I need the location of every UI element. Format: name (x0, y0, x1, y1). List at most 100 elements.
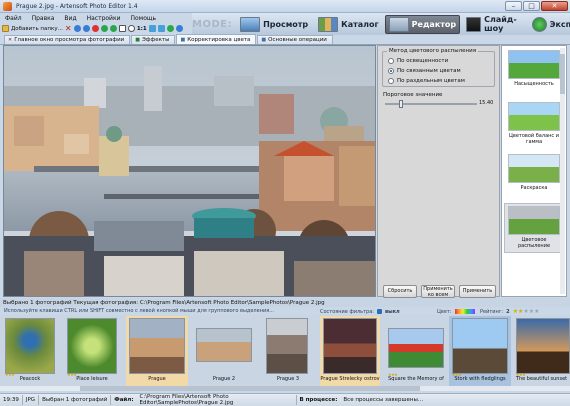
effect-color-spray[interactable]: Цветовое распыление (504, 203, 564, 253)
zoom-actual-button[interactable]: 1:1 (137, 26, 147, 32)
menu-settings[interactable]: Настройки (82, 15, 126, 22)
rating-star-icon[interactable]: ★ (534, 308, 539, 315)
tab-color-correction[interactable]: ■ Корректировка цвета (176, 34, 257, 44)
filter-icon (376, 309, 382, 314)
close-tab-icon[interactable]: ✕ (8, 37, 12, 43)
editor-tabs: ✕ Главное окно просмотра фотографии ■ Эф… (0, 34, 570, 45)
status-selected: Выбран 1 фотографий (39, 395, 112, 405)
effects-scrollbar-thumb[interactable] (560, 54, 565, 94)
tab-effects[interactable]: ■ Эффекты (131, 35, 176, 44)
apply-all-button[interactable]: Применить ко всем (421, 285, 455, 298)
mode-view-label: Просмотр (263, 19, 309, 29)
help-icon[interactable] (175, 25, 183, 32)
tab-effects-label: Эффекты (141, 37, 170, 43)
tab-color-correction-label: Корректировка цвета (187, 36, 251, 43)
effects-scrollbar[interactable] (560, 48, 565, 294)
apply-button[interactable]: Применить (459, 285, 496, 298)
selection-info: Выбрано 1 фотографий Текущая фотография:… (3, 299, 325, 306)
forward-icon[interactable] (109, 25, 117, 32)
effect-color-spray-thumb (508, 206, 560, 235)
film-item-prague[interactable]: Prague (126, 316, 188, 386)
tab-main-view[interactable]: ✕ Главное окно просмотра фотографии (4, 35, 131, 44)
effect-color-balance[interactable]: Цветовой баланс и гамма (505, 100, 563, 148)
close-button[interactable]: ✕ (541, 1, 568, 11)
reset-button[interactable]: Сбросить (383, 285, 417, 298)
film-item-prague-2[interactable]: Prague 2 (193, 316, 255, 386)
slideshow-mode-icon (466, 16, 482, 32)
fit-icon[interactable] (118, 25, 126, 32)
status-format: JPG (23, 395, 40, 405)
mode-catalog-button[interactable]: Каталог (314, 15, 383, 34)
effect-color-balance-label: Цветовой баланс и гамма (509, 133, 559, 145)
selection-hint: Используйте клавиши CTRL или SHIFT совме… (4, 308, 275, 314)
mode-catalog-label: Каталог (341, 19, 379, 29)
color-swatch[interactable] (454, 309, 475, 314)
add-folder-icon[interactable] (2, 25, 9, 32)
redo-icon[interactable] (82, 25, 90, 32)
mode-slideshow-button[interactable]: Слайд-шоу (462, 15, 526, 34)
color-tab-icon: ■ (180, 36, 186, 43)
window-title: Prague 2.jpg - Artensoft Photo Editor 1.… (16, 2, 138, 10)
app-icon (3, 1, 12, 11)
minimize-button[interactable]: – (505, 1, 522, 11)
refresh-icon[interactable] (166, 25, 174, 32)
stop-icon[interactable] (91, 25, 99, 32)
method-linked-colors-option[interactable]: По связанным цветам (388, 68, 461, 74)
film-item-place-leisure[interactable]: Place leisure ★★★ (64, 316, 120, 386)
zoom-in-icon[interactable] (127, 25, 135, 32)
add-folder-button[interactable]: Добавить папку... (11, 26, 63, 32)
threshold-slider[interactable] (385, 100, 477, 108)
filmstrip-scrollbar[interactable] (0, 386, 570, 391)
delete-icon[interactable]: ✕ (65, 25, 72, 33)
export-mode-icon (531, 16, 547, 32)
method-luminance-label: По освещенности (397, 58, 449, 64)
method-groupbox: Метод цветового распыления По освещеннос… (382, 48, 495, 87)
maximize-button[interactable]: □ (523, 1, 540, 11)
film-item-sunset[interactable]: The beautiful sunset ★★★ (513, 316, 570, 386)
mode-export-label: Экспорт (549, 19, 570, 29)
rating-value: 2 (506, 308, 510, 315)
method-separate-colors-radio[interactable] (388, 78, 394, 84)
title-bar: Prague 2.jpg - Artensoft Photo Editor 1.… (0, 0, 570, 13)
photo-canvas[interactable] (3, 45, 376, 297)
method-separate-colors-option[interactable]: По раздельным цветам (388, 78, 465, 84)
threshold-label: Пороговое значение (383, 92, 443, 98)
method-luminance-option[interactable]: По освещенности (388, 58, 448, 64)
threshold-slider-thumb[interactable] (399, 100, 404, 108)
color-spray-settings: Метод цветового распыления По освещеннос… (377, 45, 500, 298)
rotate-left-icon[interactable] (148, 25, 156, 32)
film-thumb-sunset (516, 318, 570, 374)
method-group-title: Метод цветового распыления (387, 48, 478, 54)
method-linked-colors-radio[interactable] (388, 68, 394, 74)
menu-view[interactable]: Вид (59, 15, 81, 22)
effect-color-spray-label: Цветовое распыление (517, 237, 551, 249)
effects-list: Насыщенность Цветовой баланс и гамма Рас… (501, 45, 567, 297)
status-file-path: C:\Program Files\Artensoft Photo Editor\… (137, 394, 297, 406)
menu-file[interactable]: Файл (0, 15, 27, 22)
film-item-prague-3[interactable]: Prague 3 (260, 316, 316, 386)
method-luminance-radio[interactable] (388, 58, 394, 64)
film-item-square-memory[interactable]: Square the Memory of ★★★ (385, 316, 447, 386)
tab-basic-operations[interactable]: ■ Основные операции (257, 35, 333, 44)
effect-saturation[interactable]: Насыщенность (505, 48, 563, 96)
effect-colorize-thumb (508, 154, 560, 183)
effect-colorize[interactable]: Раскраска (505, 152, 563, 200)
film-item-stork[interactable]: Stork with fledglings ★★★ (449, 316, 511, 386)
film-item-peacock[interactable]: Peacock ★★★ (2, 316, 58, 386)
menu-edit[interactable]: Правка (27, 15, 60, 22)
rotate-right-icon[interactable] (157, 25, 165, 32)
mode-export-button[interactable]: Экспорт (528, 15, 570, 34)
back-icon[interactable] (100, 25, 108, 32)
menu-bar: Файл Правка Вид Настройки Помощь (0, 13, 200, 23)
filter-value[interactable]: выкл (385, 309, 400, 315)
status-progress-label: В процессе: (299, 397, 338, 403)
rating-stars[interactable]: ★★★★★ (513, 308, 540, 315)
undo-icon[interactable] (73, 25, 81, 32)
mode-bar: MODE: Просмотр Каталог Редактор Слайд-шо… (192, 13, 570, 35)
mode-editor-button[interactable]: Редактор (384, 14, 461, 34)
mode-view-button[interactable]: Просмотр (236, 15, 312, 34)
film-item-prague-strelecky[interactable]: Prague Strelecky ostrov (320, 316, 380, 386)
film-rating-stars-icon: ★★★ (388, 372, 398, 377)
filmstrip-scrollbar-thumb[interactable] (80, 386, 420, 391)
menu-help[interactable]: Помощь (125, 15, 161, 22)
